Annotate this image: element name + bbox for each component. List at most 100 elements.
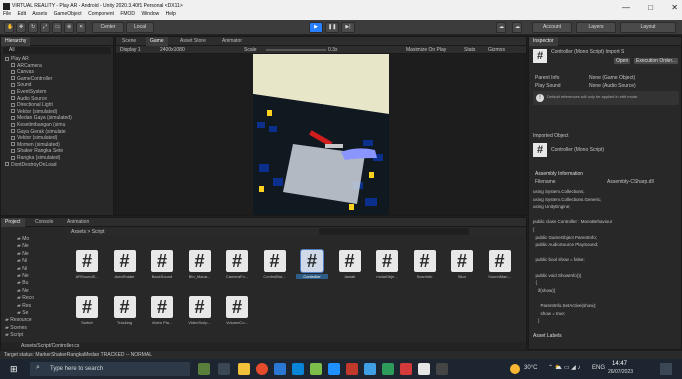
notification-icon[interactable] [660,363,672,375]
script-file[interactable]: # Tracking [109,296,141,340]
rotate-tool-icon[interactable]: ↻ [28,22,38,33]
menu-assets[interactable]: Assets [32,11,47,17]
tab-scene[interactable]: Scene [118,37,140,46]
tab-game[interactable]: Game [146,37,168,46]
menu-help[interactable]: Help [166,11,176,17]
game-viewport[interactable] [116,54,526,215]
hierarchy-item[interactable]: Vektor (simulated) [11,135,57,141]
layers-dropdown[interactable]: Layers [576,22,616,33]
close-button[interactable]: ✕ [671,3,678,12]
ppt-app-icon[interactable] [346,363,358,375]
parent-info-field[interactable]: None (Game Object) [589,75,635,81]
pivot-local-toggle[interactable]: Local [126,22,154,33]
app-icon[interactable] [436,363,448,375]
hierarchy-item[interactable]: Rangka (simulated) [11,155,60,161]
windows-start-icon[interactable]: ⊞ [10,364,20,374]
project-search-input[interactable] [319,228,469,235]
folder-item[interactable]: ▰ Reco [17,295,34,301]
language-indicator[interactable]: ENG [592,365,605,371]
folder-item[interactable]: ▰ Mo [17,236,29,242]
hierarchy-item[interactable]: Audio Source [11,96,47,102]
weather-app-icon[interactable] [198,363,210,375]
tab-console[interactable]: Console [31,218,57,227]
tab-asset-store[interactable]: Asset Store [176,37,210,46]
tab-hierarchy[interactable]: Hierarchy [1,37,31,46]
move-tool-icon[interactable]: ✥ [16,22,26,33]
menu-window[interactable]: Window [141,11,159,17]
script-file[interactable]: # AutoRotate [109,250,141,294]
folder-item[interactable]: ▰ Se [17,310,28,316]
layout-dropdown[interactable]: Layout [620,22,676,33]
folder-item[interactable]: ▰ Ne [17,251,29,257]
tab-animation[interactable]: Animation [63,218,93,227]
menu-fmod[interactable]: FMOD [120,11,135,17]
folder-item[interactable]: ▰ Res [17,303,31,309]
open-button[interactable]: Open [613,57,631,65]
script-file[interactable]: # Btn_Mana... [184,250,216,294]
hierarchy-item[interactable]: Canvas [11,69,34,75]
script-file[interactable]: # Controller [296,250,328,294]
hierarchy-item[interactable]: ARCamera [11,63,42,69]
hierarchy-item[interactable]: Play AR [5,56,29,62]
media-app-icon[interactable] [328,363,340,375]
cloud-icon[interactable]: ☁ [512,22,522,33]
hierarchy-search-input[interactable]: All [3,47,111,54]
account-dropdown[interactable]: Account [532,22,572,33]
script-file[interactable]: # BackSound [146,250,178,294]
folder-item[interactable]: ▰ Ne [17,288,29,294]
folder-item[interactable]: ▰ Ni [17,258,27,264]
script-file[interactable]: # Switch [71,296,103,340]
script-file[interactable]: # Jawab [334,250,366,294]
pivot-center-toggle[interactable]: Center [92,22,124,33]
tab-project[interactable]: Project [1,218,25,227]
tab-inspector[interactable]: Inspector [529,37,558,46]
scale-slider[interactable] [266,49,326,51]
folder-item[interactable]: ▰ Ne [17,273,29,279]
breadcrumb-path[interactable]: Assets > Script [71,229,104,235]
script-file[interactable]: # VolumeCo... [221,296,253,340]
script-file[interactable]: # mulaiObje... [371,250,403,294]
edge-icon[interactable] [274,363,286,375]
folder-item[interactable]: ▰ Scenes [5,325,27,331]
script-file[interactable]: # Video Pla... [146,296,178,340]
android-app-icon[interactable] [310,363,322,375]
hierarchy-item[interactable]: DontDestroyOnLoad [5,162,57,168]
maximize-button[interactable]: □ [648,3,653,12]
hierarchy-item[interactable]: Directional Light [11,102,53,108]
resolution-dropdown[interactable]: 2400x1080 [160,47,185,53]
telegram-icon[interactable] [364,363,376,375]
tray-icons[interactable]: ⌃ ⛅ ▭ ◢ ♪ [548,364,580,371]
clock-date[interactable]: 26/07/2023 [608,369,633,375]
play-sound-field[interactable]: None (Audio Source) [589,83,636,89]
hierarchy-item[interactable]: Momen (simulated) [11,142,60,148]
script-file[interactable]: # ARSoundS... [71,250,103,294]
script-file[interactable]: # CameraFo... [221,250,253,294]
recorder-icon[interactable] [400,363,412,375]
hierarchy-item[interactable]: Vektor (simulated) [11,109,57,115]
file-explorer-icon[interactable] [238,363,250,375]
rect-tool-icon[interactable]: ▭ [52,22,62,33]
hierarchy-item[interactable]: Gaya Gerak (simulate [11,129,66,135]
script-file[interactable]: # SoundMan... [484,250,516,294]
menu-gameobject[interactable]: GameObject [54,11,82,17]
folder-item[interactable]: ▰ Ne [17,243,29,249]
execution-order-button[interactable]: Execution Order... [633,57,679,65]
menu-edit[interactable]: Edit [17,11,26,17]
display-dropdown[interactable]: Display 1 [120,47,141,53]
hand-tool-icon[interactable]: ✋ [4,22,14,33]
hierarchy-item[interactable]: GameController [11,76,52,82]
transform-tool-icon[interactable]: ⊕ [64,22,74,33]
maximize-on-play-toggle[interactable]: Maximize On Play [406,47,446,53]
scale-tool-icon[interactable]: ⤢ [40,22,50,33]
tab-animator[interactable]: Animator [218,37,246,46]
hierarchy-item[interactable]: Sound [11,82,31,88]
play-button[interactable]: ▶ [309,22,323,33]
custom-tool-icon[interactable]: ✕ [76,22,86,33]
chrome-icon[interactable] [256,363,268,375]
hierarchy-item[interactable]: Kesetimbangan (simu [11,122,65,128]
hierarchy-item[interactable]: EventSystem [11,89,46,95]
minimize-button[interactable]: — [622,3,630,12]
whatsapp-icon[interactable] [382,363,394,375]
script-file[interactable]: # ControlBut... [259,250,291,294]
collab-icon[interactable]: ☁ [496,22,506,33]
